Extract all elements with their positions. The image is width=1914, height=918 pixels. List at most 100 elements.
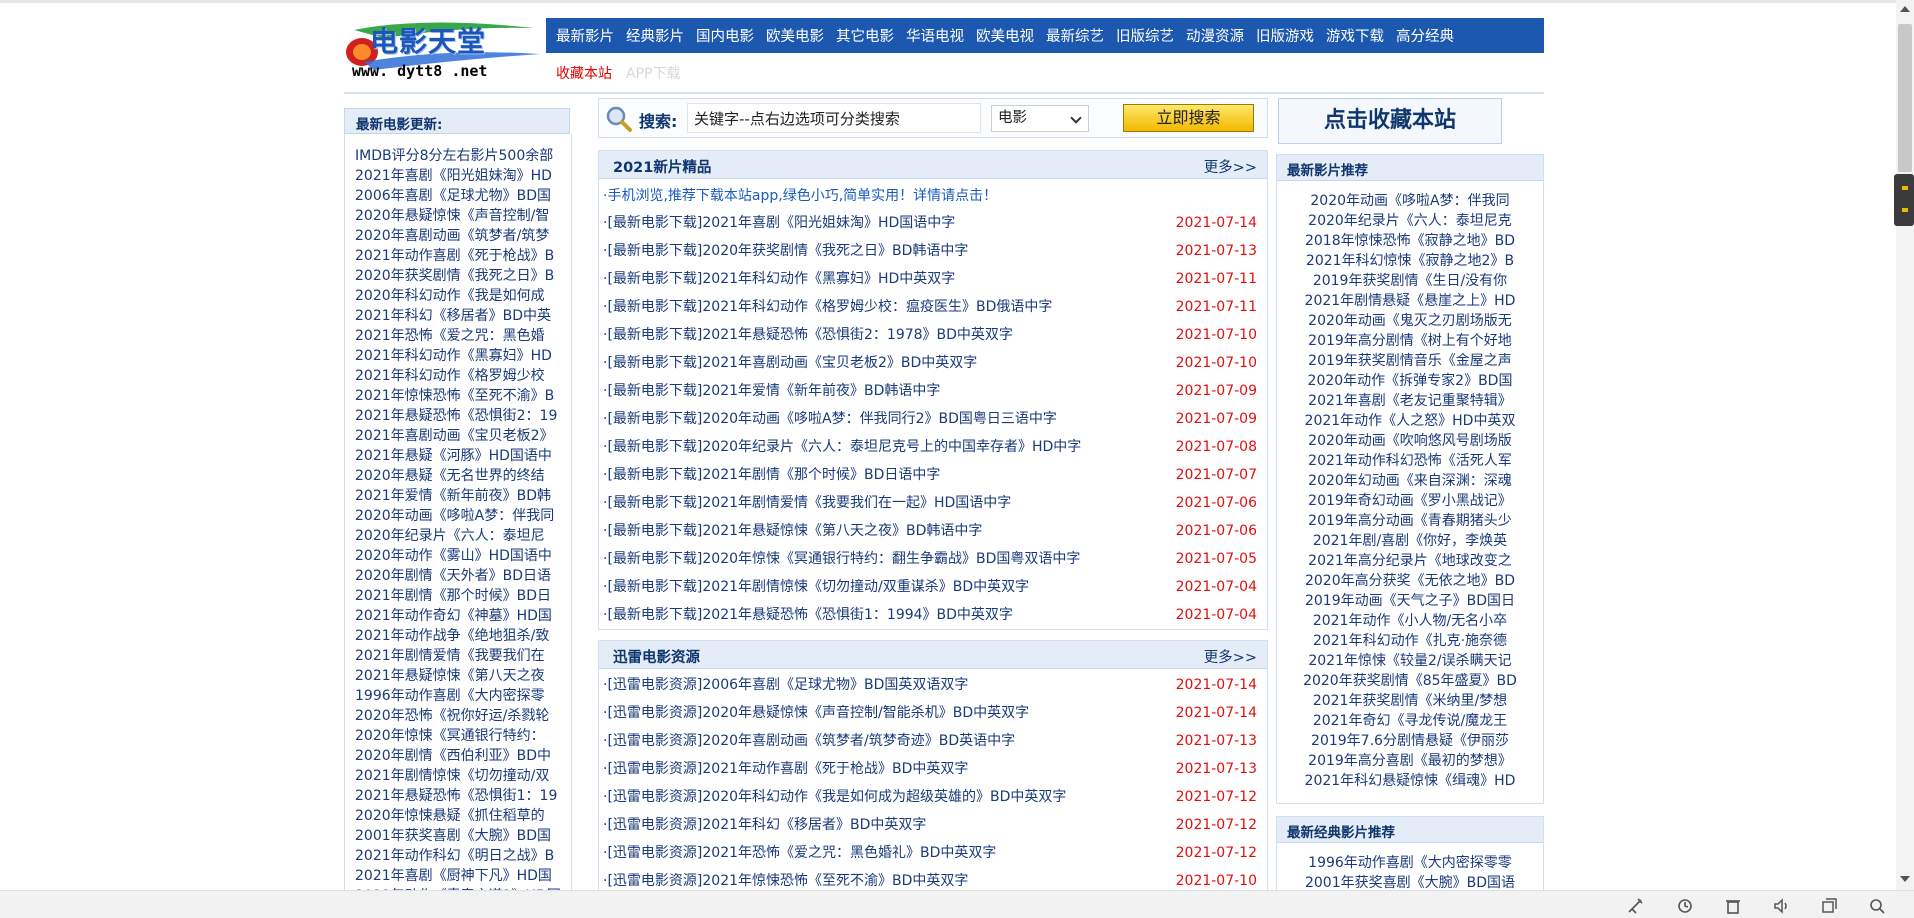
recommended-list-item[interactable]: 2020年动画《吹响悠风号剧场版 — [1277, 431, 1543, 451]
list-item-title-link[interactable]: ·[最新电影下载]2020年动画《哆啦A梦：伴我同行2》BD国粤日三语中字 — [603, 405, 1057, 433]
recommended-list-item[interactable]: 2020年幻动画《来自深渊：深魂 — [1277, 471, 1543, 491]
recommended-panel: 最新影片推荐 2020年动画《哆啦A梦：伴我同 2020年纪录片《六人：泰坦尼克 2… — [1276, 154, 1544, 804]
list-item-title-link[interactable]: ·[迅雷电影资源]2021年恐怖《爱之咒：黑色婚礼》BD中英双字 — [603, 839, 996, 867]
nav-item-old-variety[interactable]: 旧版综艺 — [1116, 25, 1174, 46]
recommended-list-item[interactable]: 2020年获奖剧情《85年盛夏》BD — [1277, 671, 1543, 691]
browser-bottom-toolbar — [0, 890, 1914, 918]
list-item-title-link[interactable]: ·[迅雷电影资源]2021年科幻《移居者》BD中英双字 — [603, 811, 926, 839]
category-select[interactable]: 电影 — [991, 105, 1089, 132]
nav-item-western-tv[interactable]: 欧美电视 — [976, 25, 1034, 46]
search-label: 搜索: — [639, 112, 678, 131]
classic-recommended-list-item[interactable]: 1996年动作喜剧《大内密探零零 — [1277, 853, 1543, 873]
recommended-list-item[interactable]: 2019年7.6分剧情悬疑《伊丽莎 — [1277, 731, 1543, 751]
nav-item-other[interactable]: 其它电影 — [836, 25, 894, 46]
refresh-icon[interactable] — [1676, 897, 1694, 915]
nav-item-western[interactable]: 欧美电影 — [766, 25, 824, 46]
trash-icon[interactable] — [1724, 897, 1742, 915]
classic-recommended-list: 1996年动作喜剧《大内密探零零 2001年获奖喜剧《大腕》BD国语 — [1277, 843, 1543, 893]
recommended-list-item[interactable]: 2020年纪录片《六人：泰坦尼克 — [1277, 211, 1543, 231]
list-item-title-link[interactable]: ·[最新电影下载]2020年惊悚《冥通银行特约：翻生争霸战》BD国粤双语中字 — [603, 545, 1080, 573]
list-item-date: 2021-07-09 — [1175, 383, 1257, 399]
list-item: ·[最新电影下载]2021年悬疑惊悚《第八天之夜》BD韩语中字 2021-07-0… — [599, 517, 1267, 545]
search-input[interactable] — [687, 103, 981, 133]
list-item: ·[迅雷电影资源]2021年科幻《移居者》BD中英双字 2021-07-12 — [599, 811, 1267, 839]
list-item-title-link[interactable]: ·[最新电影下载]2021年爱情《新年前夜》BD韩语中字 — [603, 377, 940, 405]
list-item-title-link[interactable]: ·[迅雷电影资源]2021年动作喜剧《死于枪战》BD中英双字 — [603, 755, 968, 783]
recommended-list-item[interactable]: 2021年喜剧《老友记重聚特辑》 — [1277, 391, 1543, 411]
list-item-title-link[interactable]: ·[最新电影下载]2020年获奖剧情《我死之日》BD韩语中字 — [603, 237, 968, 265]
side-widget[interactable] — [1894, 174, 1914, 226]
recommended-list-item[interactable]: 2020年动画《鬼灭之刃剧场版无 — [1277, 311, 1543, 331]
recommended-list: 2020年动画《哆啦A梦：伴我同 2020年纪录片《六人：泰坦尼克 2018年惊悚恐… — [1277, 181, 1543, 791]
nav-item-classic[interactable]: 经典影片 — [626, 25, 684, 46]
recommended-list-item[interactable]: 2021年动作《人之怒》HD中英双 — [1277, 411, 1543, 431]
list-item-title-link[interactable]: ·[最新电影下载]2021年喜剧动画《宝贝老板2》BD中英双字 — [603, 349, 977, 377]
list-item-title-link[interactable]: ·[最新电影下载]2021年悬疑恐怖《恐惧街1：1994》BD中英双字 — [603, 601, 1013, 629]
list-item-title-link[interactable]: ·[最新电影下载]2021年剧情爱情《我要我们在一起》HD国语中字 — [603, 489, 1011, 517]
nav-item-domestic[interactable]: 国内电影 — [696, 25, 754, 46]
recommended-list-item[interactable]: 2019年奇幻动画《罗小黑战记》 — [1277, 491, 1543, 511]
list-item-title-link[interactable]: ·[最新电影下载]2021年悬疑惊悚《第八天之夜》BD韩语中字 — [603, 517, 982, 545]
recommended-list-item[interactable]: 2021年高分纪录片《地球改变之 — [1277, 551, 1543, 571]
scrollbar-thumb[interactable] — [1898, 24, 1912, 172]
recommended-list-item[interactable]: 2020年高分获奖《无依之地》BD — [1277, 571, 1543, 591]
nav-item-variety[interactable]: 最新综艺 — [1046, 25, 1104, 46]
list-item-title-link[interactable]: ·[最新电影下载]2021年喜剧《阳光姐妹淘》HD国语中字 — [603, 209, 955, 237]
recommended-list-item[interactable]: 2019年动画《天气之子》BD国日 — [1277, 591, 1543, 611]
scroll-up-arrow-icon[interactable] — [1900, 6, 1910, 12]
recommended-list-item[interactable]: 2021年剧/喜剧《你好，李焕英 — [1277, 531, 1543, 551]
app-download-link[interactable]: APP下载 — [626, 63, 680, 83]
recommended-list-item[interactable]: 2021年剧情悬疑《悬崖之上》HD — [1277, 291, 1543, 311]
nav-item-top-rated[interactable]: 高分经典 — [1396, 25, 1454, 46]
list-item-title-link[interactable]: ·[最新电影下载]2021年科幻动作《黑寡妇》HD中英双字 — [603, 265, 955, 293]
new-releases-panel: 2021新片精品 更多>> ·手机浏览,推荐下载本站app,绿色小巧,简单实用！… — [598, 150, 1268, 630]
list-item-title-link[interactable]: ·[最新电影下载]2021年悬疑恐怖《恐惧街2：1978》BD中英双字 — [603, 321, 1013, 349]
thunder-resources-more-link[interactable]: 更多>> — [1204, 646, 1257, 667]
list-item-title-link[interactable]: ·[最新电影下载]2020年纪录片《六人：泰坦尼克号上的中国幸存者》HD中字 — [603, 433, 1081, 461]
recommended-list-item[interactable]: 2021年获奖剧情《米纳里/梦想 — [1277, 691, 1543, 711]
recommended-list-item[interactable]: 2021年科幻动作《扎克·施奈德 — [1277, 631, 1543, 651]
volume-icon[interactable] — [1772, 897, 1790, 915]
new-releases-list: ·[最新电影下载]2021年喜剧《阳光姐妹淘》HD国语中字 2021-07-14 ·… — [599, 209, 1267, 629]
recommended-list-item[interactable]: 2019年高分喜剧《最初的梦想》 — [1277, 751, 1543, 771]
list-item-title-link[interactable]: ·[最新电影下载]2021年科幻动作《格罗姆少校：瘟疫医生》BD俄语中字 — [603, 293, 1052, 321]
thunder-resources-list: ·[迅雷电影资源]2006年喜剧《足球尤物》BD国英双语双字 2021-07-14… — [599, 669, 1267, 895]
recommended-list-item[interactable]: 2019年高分剧情《树上有个好地 — [1277, 331, 1543, 351]
magnifier-icon[interactable] — [1868, 897, 1886, 915]
new-releases-more-link[interactable]: 更多>> — [1204, 156, 1257, 177]
recommended-list-item[interactable]: 2021年动作科幻恐怖《活死人军 — [1277, 451, 1543, 471]
nav-item-games[interactable]: 游戏下载 — [1326, 25, 1384, 46]
bookmark-site-link[interactable]: 收藏本站 — [556, 63, 612, 83]
bookmark-site-button[interactable]: 点击收藏本站 — [1278, 98, 1502, 144]
list-item-title-link[interactable]: ·[迅雷电影资源]2006年喜剧《足球尤物》BD国英双语双字 — [603, 671, 968, 699]
recommended-list-item[interactable]: 2019年高分动画《青春期猪头少 — [1277, 511, 1543, 531]
nav-item-anime[interactable]: 动漫资源 — [1186, 25, 1244, 46]
recommended-list-item[interactable]: 2021年惊悚《较量2/误杀瞒天记 — [1277, 651, 1543, 671]
site-logo[interactable]: 电影天堂 www. dytt8 .net — [344, 18, 542, 82]
recommended-list-item[interactable]: 2021年科幻悬疑惊悚《缉魂》HD — [1277, 771, 1543, 791]
recommended-list-item[interactable]: 2018年惊悚恐怖《寂静之地》BD — [1277, 231, 1543, 251]
new-releases-title: 2021新片精品 — [613, 160, 712, 176]
recommended-list-item[interactable]: 2020年动画《哆啦A梦：伴我同 — [1277, 191, 1543, 211]
recommended-list-item[interactable]: 2021年奇幻《寻龙传说/魔龙王 — [1277, 711, 1543, 731]
nav-item-chinese-tv[interactable]: 华语电视 — [906, 25, 964, 46]
nav-item-latest[interactable]: 最新影片 — [556, 25, 614, 46]
thunder-resources-header: 迅雷电影资源 更多>> — [599, 641, 1267, 669]
list-item-date: 2021-07-06 — [1175, 495, 1257, 511]
list-item-title-link[interactable]: ·[迅雷电影资源]2020年喜剧动画《筑梦者/筑梦奇迹》BD英语中字 — [603, 727, 1015, 755]
list-item-title-link[interactable]: ·[迅雷电影资源]2020年科幻动作《我是如何成为超级英雄的》BD中英双字 — [603, 783, 1066, 811]
list-item-title-link[interactable]: ·[迅雷电影资源]2020年悬疑惊悚《声音控制/智能杀机》BD中英双字 — [603, 699, 1029, 727]
nav-item-old-games[interactable]: 旧版游戏 — [1256, 25, 1314, 46]
scroll-down-arrow-icon[interactable] — [1900, 876, 1910, 882]
window-icon[interactable] — [1820, 897, 1838, 915]
app-promo-link[interactable]: ·手机浏览,推荐下载本站app,绿色小巧,简单实用！详情请点击！ — [599, 179, 1267, 209]
recommended-list-item[interactable]: 2019年获奖剧情音乐《金屋之声 — [1277, 351, 1543, 371]
recommended-list-item[interactable]: 2021年动作《小人物/无名小卒 — [1277, 611, 1543, 631]
recommended-list-item[interactable]: 2020年动作《拆弹专家2》BD国 — [1277, 371, 1543, 391]
list-item-title-link[interactable]: ·[最新电影下载]2021年剧情《那个时候》BD日语中字 — [603, 461, 940, 489]
list-item-title-link[interactable]: ·[最新电影下载]2021年剧情惊悚《切勿撞动/双重谋杀》BD中英双字 — [603, 573, 1029, 601]
clear-icon[interactable] — [1626, 897, 1644, 915]
search-button[interactable]: 立即搜索 — [1123, 104, 1254, 132]
recommended-list-item[interactable]: 2021年科幻惊悚《寂静之地2》B — [1277, 251, 1543, 271]
recommended-list-item[interactable]: 2019年获奖剧情《生日/没有你 — [1277, 271, 1543, 291]
